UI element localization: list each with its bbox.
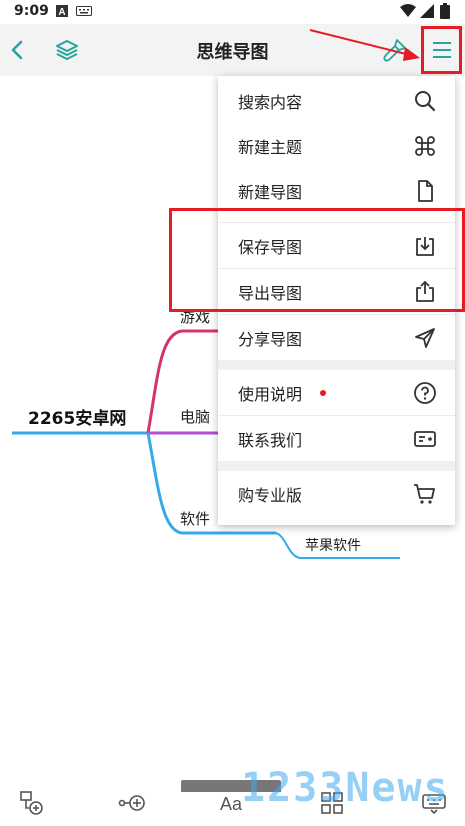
menu-item-label: 新建导图 (238, 182, 303, 202)
file-icon (413, 179, 437, 203)
notification-a-icon: A (56, 5, 68, 17)
add-child-button[interactable] (114, 788, 150, 818)
menu-item-label: 搜索内容 (238, 92, 303, 112)
add-topic-icon (20, 791, 43, 815)
help-circle-icon (413, 381, 437, 405)
menu-item-label: 购专业版 (238, 485, 303, 505)
menu-item-share-map[interactable]: 分享导图 (218, 315, 455, 360)
menu-item-new-map[interactable]: 新建导图 (218, 168, 455, 213)
menu-item-label: 使用说明 (238, 384, 303, 404)
highlight-box-save-export (169, 208, 465, 312)
mindmap-root-node[interactable]: 2265安卓网 (28, 404, 126, 429)
signal-icon (420, 4, 434, 18)
battery-icon (440, 3, 450, 19)
add-child-icon (118, 795, 145, 811)
command-icon (413, 134, 437, 158)
cart-icon (413, 482, 437, 506)
new-badge-dot (320, 390, 326, 396)
brush-button[interactable] (380, 24, 410, 76)
menu-item-buy-pro[interactable]: 购专业版 (218, 471, 455, 516)
menu-item-label: 分享导图 (238, 329, 303, 349)
status-time: 9:09 (14, 3, 49, 19)
highlight-box-menu-button (421, 26, 462, 74)
svg-text:A: A (58, 7, 65, 17)
search-icon (413, 89, 437, 113)
menu-item-search[interactable]: 搜索内容 (218, 78, 455, 123)
wifi-icon (400, 4, 416, 17)
menu-item-new-topic[interactable]: 新建主题 (218, 123, 455, 168)
add-topic-button[interactable] (14, 788, 50, 818)
send-icon (413, 326, 437, 350)
menu-section-gap (218, 360, 455, 370)
menu-item-instructions[interactable]: 使用说明 (218, 370, 455, 415)
mindmap-node-apple-software[interactable]: 苹果软件 (305, 535, 361, 555)
menu-item-label: 新建主题 (238, 137, 303, 157)
mindmap-node-computer[interactable]: 电脑 (180, 406, 210, 427)
status-bar: 9:09 A (0, 0, 465, 24)
menu-item-label: 联系我们 (238, 430, 303, 450)
svg-text:Aa: Aa (220, 794, 243, 814)
mindmap-node-software[interactable]: 软件 (180, 508, 210, 529)
menu-section-gap (218, 461, 455, 471)
watermark-text: 1233News (241, 765, 450, 811)
top-toolbar: 思维导图 (0, 24, 465, 76)
contact-card-icon (413, 427, 437, 451)
brush-icon (383, 39, 406, 62)
keyboard-icon (76, 6, 92, 16)
menu-item-contact-us[interactable]: 联系我们 (218, 416, 455, 461)
